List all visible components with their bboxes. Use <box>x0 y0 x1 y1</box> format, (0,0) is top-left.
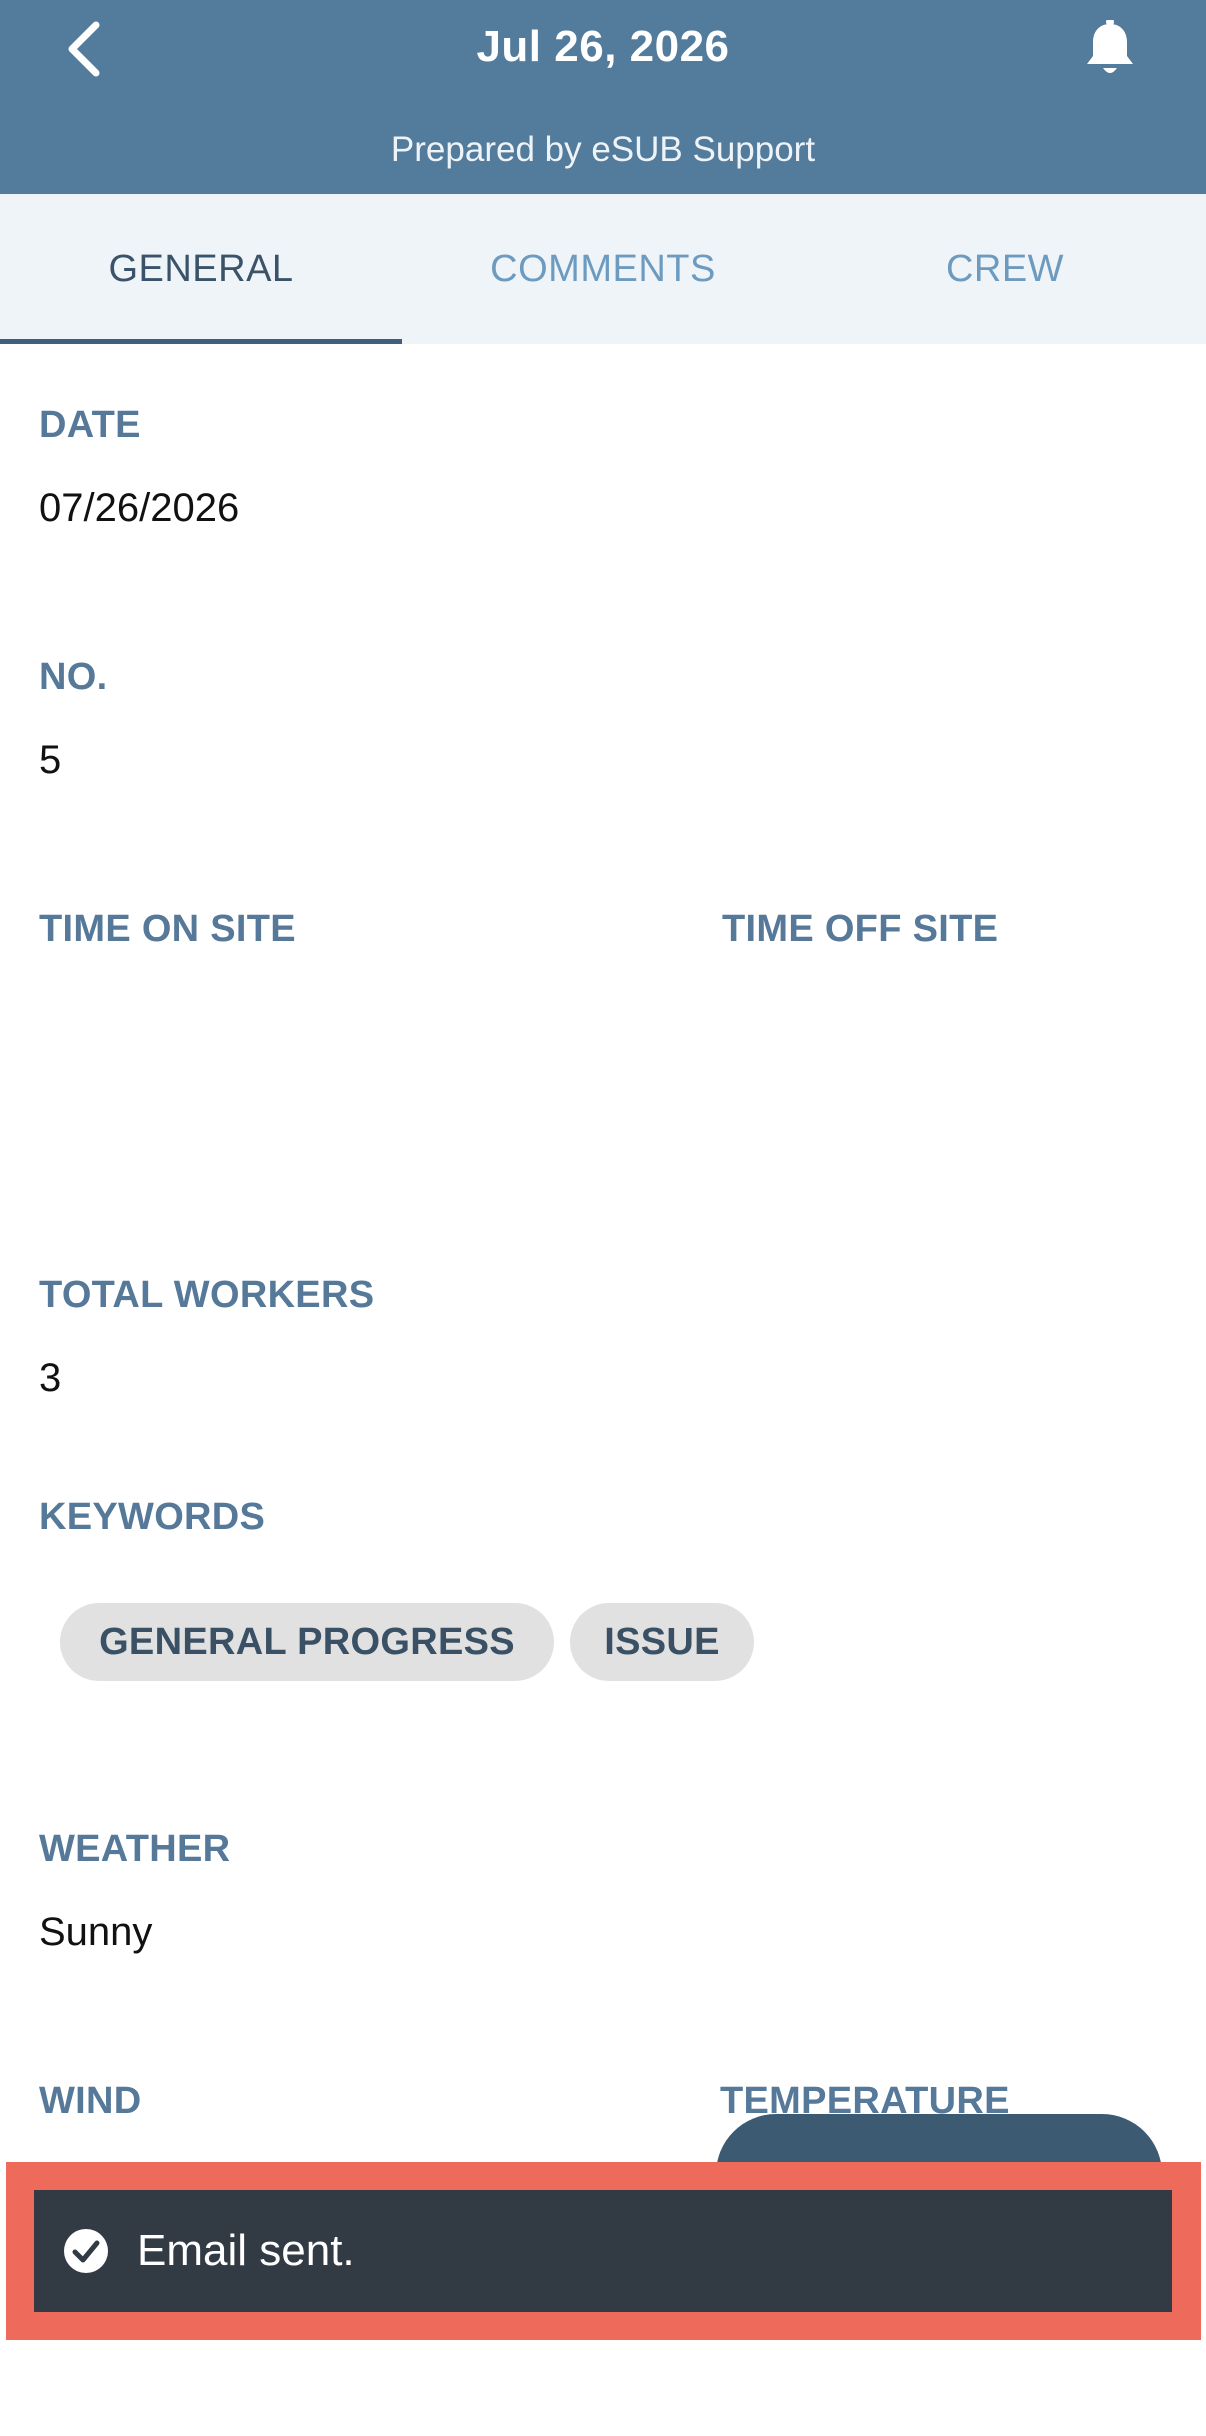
date-label: DATE <box>39 404 141 446</box>
app-header: Jul 26, 2026 Prepared by eSUB Support <box>0 0 1206 194</box>
keyword-chip-issue[interactable]: ISSUE <box>570 1603 754 1681</box>
date-value[interactable]: 07/26/2026 <box>39 486 239 531</box>
total-workers-label: TOTAL WORKERS <box>39 1274 375 1316</box>
page-title: Jul 26, 2026 <box>476 22 730 71</box>
prepared-by-text: Prepared by eSUB Support <box>390 130 816 169</box>
number-label: NO. <box>39 656 108 698</box>
time-off-site-value[interactable] <box>722 990 1162 1050</box>
time-off-site-label: TIME OFF SITE <box>722 908 999 950</box>
bell-icon <box>1087 20 1133 73</box>
tab-general[interactable]: GENERAL <box>0 194 402 344</box>
weather-value[interactable]: Sunny <box>39 1910 152 1955</box>
daily-report-screen: Jul 26, 2026 Prepared by eSUB Support GE… <box>0 0 1206 2436</box>
time-on-site-label: TIME ON SITE <box>39 908 296 950</box>
wind-label: WIND <box>39 2080 142 2122</box>
snackbar: Email sent. <box>34 2190 1172 2312</box>
keyword-chip-general-progress[interactable]: GENERAL PROGRESS <box>60 1603 554 1681</box>
check-circle-icon <box>64 2229 108 2273</box>
tab-crew[interactable]: CREW <box>804 194 1206 344</box>
total-workers-value: 3 <box>39 1356 62 1400</box>
number-value[interactable]: 5 <box>39 738 61 783</box>
snackbar-message: Email sent. <box>137 2226 355 2275</box>
tab-bar: GENERAL COMMENTS CREW <box>0 194 1206 344</box>
notifications-button[interactable] <box>1075 14 1145 84</box>
time-on-site-value[interactable] <box>39 990 639 1050</box>
keywords-label: KEYWORDS <box>39 1496 266 1538</box>
tab-comments[interactable]: COMMENTS <box>402 194 804 344</box>
weather-label: WEATHER <box>39 1828 231 1870</box>
